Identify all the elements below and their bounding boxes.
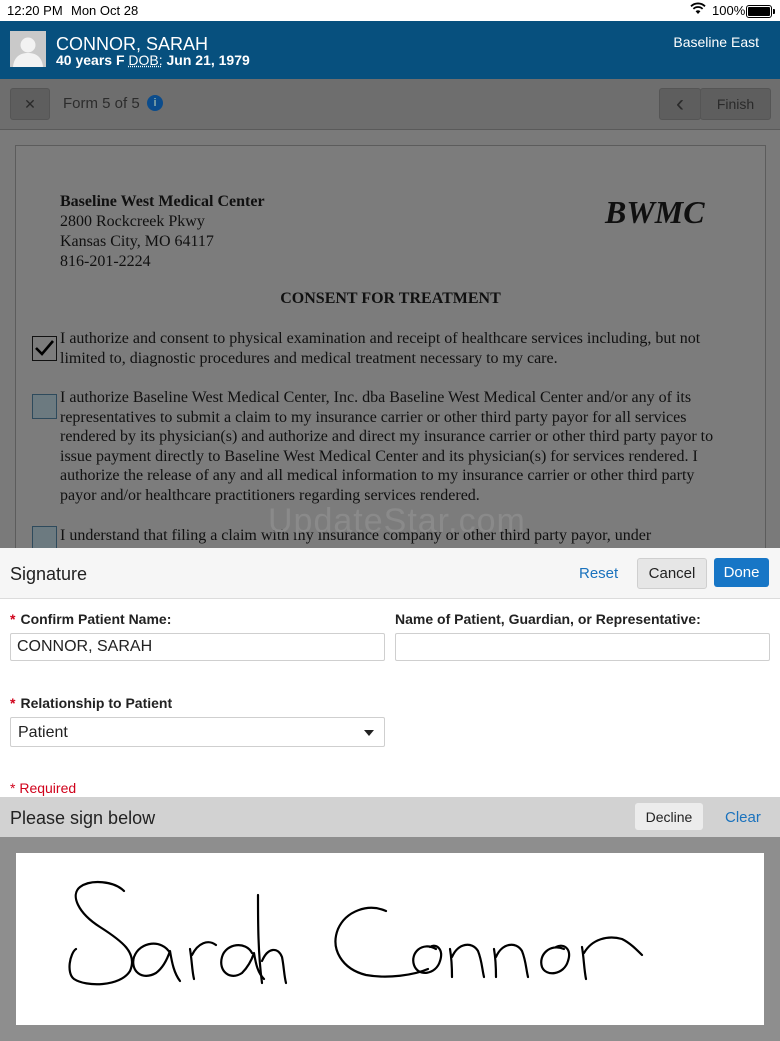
avatar	[10, 31, 46, 67]
required-star: *	[10, 611, 16, 627]
required-note: * Required	[10, 780, 77, 796]
phone-number: 816-201-2224	[60, 253, 151, 270]
confirm-name-label-text: Confirm Patient Name:	[20, 611, 172, 627]
organization-logo: BWMC	[605, 194, 705, 230]
close-icon: ✕	[24, 95, 36, 112]
relationship-label: * Relationship to Patient	[10, 695, 172, 711]
info-icon[interactable]: i	[147, 95, 163, 111]
document-title: CONSENT FOR TREATMENT	[280, 290, 501, 307]
sign-prompt: Please sign below	[10, 808, 156, 828]
signature-panel: Signature Reset Cancel Done * Confirm Pat…	[0, 548, 780, 1041]
chevron-left-icon: ‹	[676, 90, 684, 117]
decline-button[interactable]: Decline	[635, 803, 703, 830]
signature-stroke	[68, 881, 644, 986]
battery-icon	[746, 5, 775, 18]
wifi-icon	[690, 2, 706, 18]
battery-percent: 100%	[712, 3, 746, 18]
watermark: UpdateStar.com	[268, 502, 526, 540]
signature-title: Signature	[10, 564, 88, 584]
relationship-select[interactable]: Patient	[10, 717, 385, 747]
done-button[interactable]: Done	[714, 558, 769, 587]
representative-name-input[interactable]	[395, 633, 770, 661]
signature-area-frame	[0, 837, 780, 1041]
caret-down-icon	[364, 730, 374, 736]
confirm-name-label: * Confirm Patient Name:	[10, 611, 171, 627]
organization-address: Baseline West Medical Center 2800 Rockcr…	[60, 192, 265, 272]
consent-document: Baseline West Medical Center 2800 Rockcr…	[15, 145, 766, 552]
relationship-label-text: Relationship to Patient	[20, 695, 173, 711]
consent-clause-1: I authorize and consent to physical exam…	[60, 330, 701, 367]
patient-demographics: 40 years F DOB: Jun 21, 1979	[56, 52, 250, 68]
required-star: *	[10, 695, 16, 711]
facility-name: Baseline East	[673, 34, 759, 50]
sign-bar: Please sign below Decline Clear	[0, 797, 780, 837]
consent-clause-2: I authorize Baseline West Medical Center…	[60, 389, 714, 504]
patient-dob: Jun 21, 1979	[166, 52, 250, 68]
address-line-2: Kansas City, MO 64117	[60, 233, 214, 250]
organization-name: Baseline West Medical Center	[60, 193, 265, 210]
representative-name-label: Name of Patient, Guardian, or Representa…	[395, 611, 701, 627]
dob-label: DOB:	[128, 52, 163, 68]
form-progress: Form 5 of 5	[63, 95, 140, 112]
reset-button[interactable]: Reset	[579, 565, 618, 582]
status-date: Mon Oct 28	[71, 3, 139, 18]
finish-button[interactable]: Finish	[700, 88, 771, 120]
signature-canvas[interactable]	[16, 853, 764, 1025]
close-button[interactable]: ✕	[10, 88, 50, 120]
form-toolbar: ✕ Form 5 of 5 i ‹ Finish	[0, 79, 780, 130]
status-bar: 12:20 PM Mon Oct 28 100%	[0, 0, 780, 21]
consent-checkbox-1[interactable]	[32, 336, 57, 361]
address-line-1: 2800 Rockcreek Pkwy	[60, 213, 205, 230]
patient-header: CONNOR, SARAH 40 years F DOB: Jun 21, 19…	[0, 21, 780, 79]
relationship-selected-value: Patient	[18, 724, 68, 741]
checkmark-icon	[35, 340, 54, 356]
status-time: 12:20 PM	[7, 3, 63, 18]
patient-age-sex: 40 years F	[56, 52, 125, 68]
cancel-button[interactable]: Cancel	[637, 558, 707, 589]
clear-button[interactable]: Clear	[725, 809, 761, 826]
confirm-patient-name-input[interactable]	[10, 633, 385, 661]
signature-header: Signature Reset Cancel Done	[0, 548, 780, 599]
consent-checkbox-2[interactable]	[32, 394, 57, 419]
back-button[interactable]: ‹	[659, 88, 701, 120]
